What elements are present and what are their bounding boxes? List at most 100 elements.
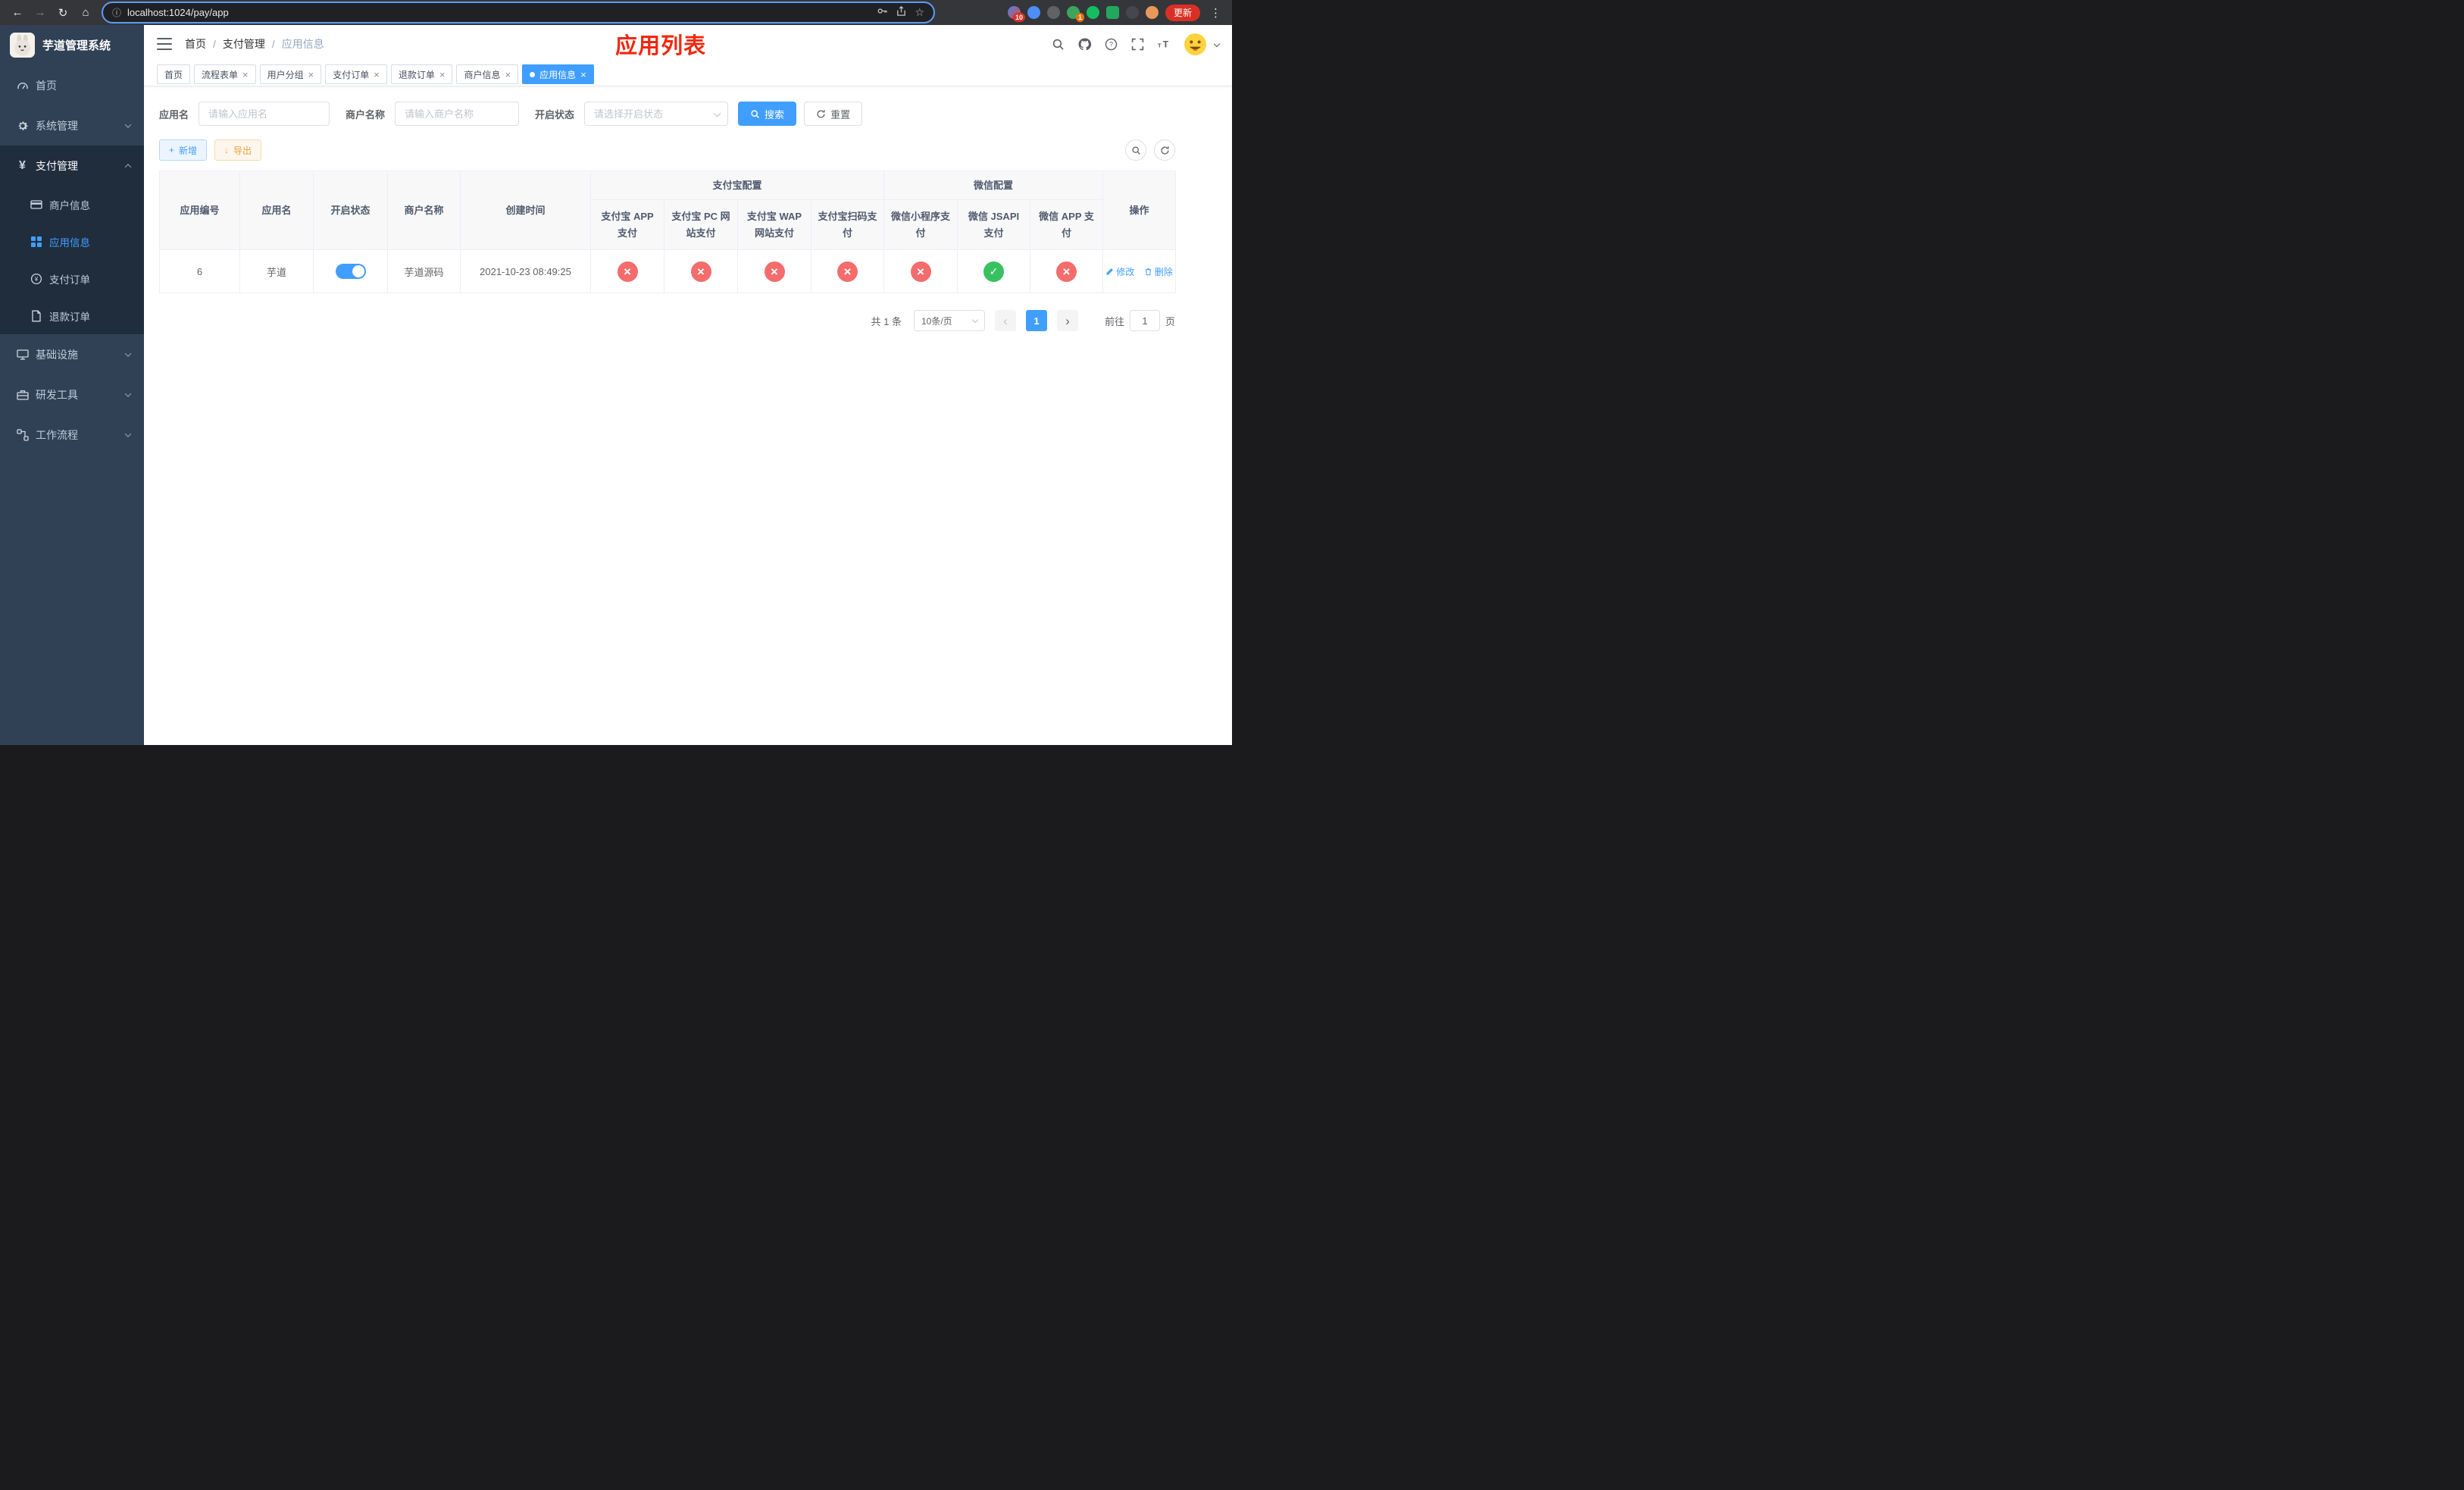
forward-icon[interactable]: → (30, 3, 50, 23)
user-avatar[interactable] (1183, 31, 1208, 57)
extension-icon[interactable]: 10 (1007, 6, 1025, 22)
chevron-down-icon (971, 316, 979, 323)
sidebar-item-app-info[interactable]: 应用信息 (0, 223, 144, 260)
sidebar-item-label: 研发工具 (36, 388, 78, 401)
breadcrumb-separator: / (271, 38, 275, 50)
close-icon[interactable]: × (580, 70, 586, 80)
close-icon[interactable]: × (505, 70, 511, 80)
alipay-wap-status-icon (764, 261, 785, 282)
fullscreen-icon[interactable] (1130, 36, 1145, 52)
sidebar-collapse-icon[interactable] (157, 38, 172, 50)
github-icon[interactable] (1077, 36, 1092, 52)
breadcrumb-payment[interactable]: 支付管理 (223, 36, 265, 52)
wechat-jsapi-status-icon (983, 261, 1005, 282)
status-select[interactable] (584, 102, 729, 126)
col-header-create-time: 创建时间 (460, 171, 591, 250)
tab-refund-order[interactable]: 退款订单 × (390, 64, 453, 84)
sidebar-item-pay-order[interactable]: ¥ 支付订单 (0, 260, 144, 297)
help-icon[interactable]: ? (1103, 36, 1118, 52)
next-page-button[interactable]: › (1056, 310, 1078, 331)
plus-icon: + (169, 145, 175, 155)
add-button[interactable]: + 新增 (159, 139, 208, 161)
col-header-alipay-wap: 支付宝 WAP 网站支付 (737, 199, 811, 250)
col-header-wechat-mini: 微信小程序支付 (883, 199, 958, 250)
tab-app-info[interactable]: 应用信息 × (522, 64, 594, 84)
browser-update-button[interactable]: 更新 (1165, 4, 1200, 21)
sidebar-item-infra[interactable]: 基础设施 (0, 334, 144, 374)
home-icon[interactable]: ⌂ (76, 3, 95, 23)
edit-button[interactable]: 修改 (1105, 265, 1134, 278)
browser-menu-icon[interactable]: ⋮ (1207, 6, 1224, 20)
status-toggle[interactable] (335, 264, 366, 279)
avatar-caret-icon[interactable] (1213, 40, 1221, 48)
close-icon[interactable]: × (308, 70, 314, 80)
tab-merchant-info[interactable]: 商户信息 × (456, 64, 519, 84)
extension-icon[interactable] (1105, 6, 1119, 19)
page-title: 应用列表 (615, 34, 707, 58)
close-icon[interactable]: × (374, 70, 380, 80)
export-button-label: 导出 (233, 145, 252, 156)
tab-process-form[interactable]: 流程表单 × (194, 64, 256, 84)
close-icon[interactable]: × (242, 70, 249, 80)
tab-home[interactable]: 首页 (157, 64, 191, 84)
goto-page-input[interactable] (1129, 310, 1160, 331)
alipay-app-status-icon (617, 261, 638, 282)
app-name-input[interactable] (199, 102, 330, 126)
page-number-button[interactable]: 1 (1025, 310, 1047, 331)
gear-icon (16, 119, 29, 132)
extension-icon[interactable] (1125, 6, 1139, 19)
sidebar-item-payment[interactable]: ¥ 支付管理 (0, 146, 144, 186)
reset-button[interactable]: 重置 (804, 102, 863, 126)
grid-icon (30, 235, 42, 248)
tab-label: 流程表单 (202, 69, 239, 80)
share-icon[interactable] (896, 5, 907, 20)
sidebar-item-system[interactable]: 系统管理 (0, 105, 144, 146)
pagination-total: 共 1 条 (871, 315, 902, 327)
search-icon[interactable] (1050, 36, 1065, 52)
tab-pay-order[interactable]: 支付订单 × (325, 64, 387, 84)
sidebar-item-dev-tools[interactable]: 研发工具 (0, 374, 144, 415)
reload-icon[interactable]: ↻ (53, 3, 73, 23)
search-button[interactable]: 搜索 (738, 102, 797, 126)
breadcrumb-home[interactable]: 首页 (185, 36, 206, 52)
close-icon[interactable]: × (439, 70, 446, 80)
extension-icon[interactable] (1046, 6, 1060, 19)
extension-icon[interactable] (1086, 6, 1099, 19)
toggle-search-button[interactable] (1125, 139, 1146, 161)
sidebar-item-workflow[interactable]: 工作流程 (0, 415, 144, 455)
merchant-name-input[interactable] (395, 102, 520, 126)
screen: ← → ↻ ⌂ ⓘ localhost:1024/pay/app ☆ 10 1 … (0, 0, 1232, 745)
page-size-select[interactable]: 10条/页 (913, 310, 985, 331)
sidebar-item-refund-order[interactable]: 退款订单 (0, 297, 144, 334)
extension-icon[interactable] (1027, 6, 1040, 19)
breadcrumb-separator: / (213, 38, 216, 50)
delete-label: 删除 (1154, 266, 1173, 277)
sidebar-item-home[interactable]: 首页 (0, 65, 144, 105)
prev-page-button[interactable]: ‹ (994, 310, 1016, 331)
search-button-label: 搜索 (765, 108, 785, 121)
password-key-icon[interactable] (877, 5, 888, 20)
col-header-app-name: 应用名 (239, 171, 314, 250)
credit-card-icon (30, 198, 42, 211)
extension-icon[interactable] (1145, 6, 1159, 19)
tab-label: 应用信息 (539, 69, 577, 80)
address-bar[interactable]: ⓘ localhost:1024/pay/app ☆ (102, 2, 935, 23)
svg-text:T: T (1158, 42, 1162, 49)
col-header-status: 开启状态 (313, 171, 388, 250)
group-header-wechat: 微信配置 (883, 171, 1104, 200)
wechat-mini-status-icon (910, 261, 931, 282)
back-icon[interactable]: ← (8, 3, 27, 23)
topbar-actions: ? TT (1050, 31, 1221, 57)
bookmark-star-icon[interactable]: ☆ (915, 6, 924, 19)
font-size-icon[interactable]: TT (1156, 36, 1171, 52)
tab-user-group[interactable]: 用户分组 × (259, 64, 322, 84)
delete-button[interactable]: 删除 (1144, 265, 1173, 278)
refresh-button[interactable] (1154, 139, 1175, 161)
sidebar-item-label: 工作流程 (36, 428, 78, 441)
tab-label: 用户分组 (267, 69, 304, 80)
export-button[interactable]: ↓ 导出 (214, 139, 262, 161)
site-info-icon[interactable]: ⓘ (112, 6, 121, 19)
extension-icon[interactable]: 1 (1066, 6, 1084, 22)
sidebar-item-merchant-info[interactable]: 商户信息 (0, 186, 144, 223)
goto-prefix: 前往 (1104, 315, 1124, 327)
